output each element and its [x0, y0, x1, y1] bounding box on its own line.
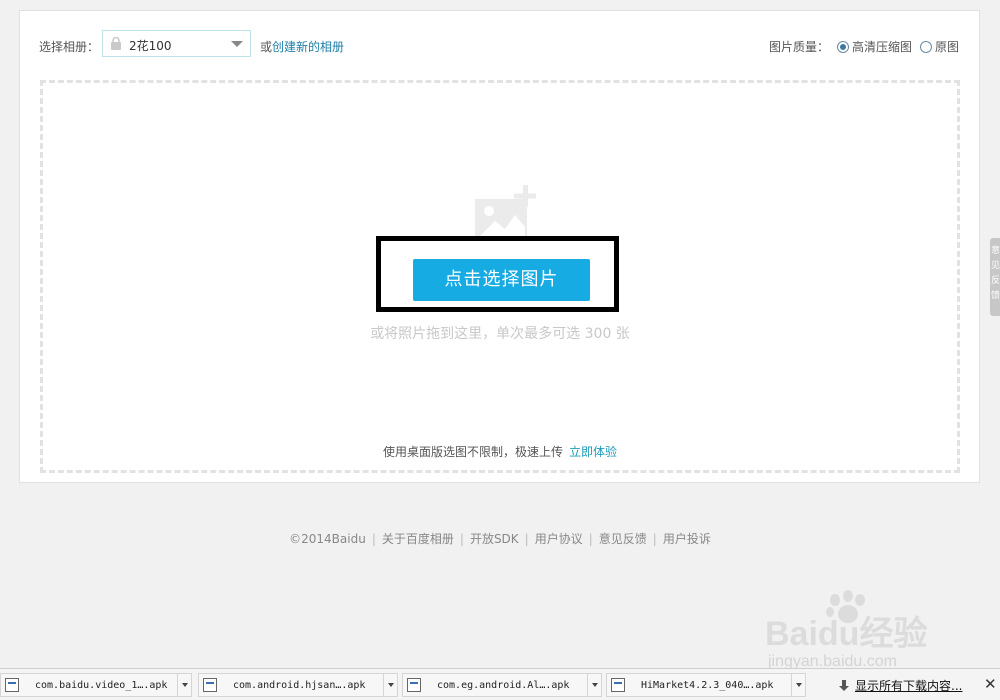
footer: ©2014Baidu | 关于百度相册 | 开放SDK | 用户协议 | 意见反馈 | 用户投诉 [0, 530, 1000, 547]
try-now-link[interactable]: 立即体验 [569, 445, 617, 459]
download-item-name: com.eg.android.Al….apk [437, 679, 570, 691]
album-label: 选择相册： [39, 40, 100, 54]
quality-label: 图片质量： [768, 40, 829, 54]
chevron-down-icon[interactable] [791, 674, 805, 696]
download-item[interactable]: HiMarket4.2.3_040….apk [606, 673, 806, 697]
file-icon [5, 678, 19, 692]
download-item-name: com.baidu.video_1….apk [35, 679, 168, 691]
footer-separator: | [588, 532, 593, 546]
chevron-down-icon[interactable] [177, 674, 191, 696]
quality-option-compressed[interactable]: 高清压缩图 [836, 38, 912, 55]
footer-link-agreement[interactable]: 用户协议 [535, 532, 583, 546]
watermark-brand: Baidu经验 [765, 614, 927, 653]
drag-hint: 或将照片拖到这里，单次最多可选 300 张 [370, 326, 630, 342]
download-item-name: com.android.hjsan….apk [233, 679, 366, 691]
desktop-hint: 使用桌面版选图不限制，极速上传 立即体验 [43, 443, 957, 460]
album-select[interactable]: 2花100 [102, 30, 251, 57]
download-item[interactable]: com.baidu.video_1….apk [0, 673, 192, 697]
footer-link-sdk[interactable]: 开放SDK [470, 532, 519, 546]
footer-separator: | [524, 532, 529, 546]
desktop-hint-text: 使用桌面版选图不限制，极速上传 [382, 445, 563, 459]
file-icon [611, 678, 625, 692]
download-item-name: HiMarket4.2.3_040….apk [641, 679, 774, 691]
lock-icon [111, 37, 121, 50]
quality-option-original-label: 原图 [934, 40, 959, 54]
create-album-text: 或创建新的相册 [260, 38, 344, 55]
upload-card: 选择相册： 2花100 或创建新的相册 图片质量： 高清压缩图 原图 点击选择图… [19, 10, 980, 483]
download-item[interactable]: com.android.hjsan….apk [198, 673, 398, 697]
chevron-down-icon [231, 41, 243, 47]
download-arrow-icon [839, 679, 849, 691]
radio-unchecked-icon[interactable] [919, 40, 932, 53]
file-icon [203, 678, 217, 692]
feedback-side-tab[interactable]: 意见反馈 [990, 238, 1000, 316]
baidu-jingyan-watermark: Baidu经验 jingyan.baidu.com [765, 590, 927, 670]
footer-link-about[interactable]: 关于百度相册 [382, 532, 454, 546]
show-all-downloads[interactable]: 显示所有下载内容... [838, 677, 962, 694]
download-item[interactable]: com.eg.android.Al….apk [402, 673, 602, 697]
footer-separator: | [652, 532, 657, 546]
quality-options: 图片质量： 高清压缩图 原图 [769, 38, 959, 55]
create-album-link[interactable]: 创建新的相册 [272, 40, 344, 54]
radio-checked-icon[interactable] [836, 40, 849, 53]
footer-separator: | [371, 532, 376, 546]
download-bar: com.baidu.video_1….apk com.android.hjsan… [0, 668, 1000, 700]
quality-option-original[interactable]: 原图 [919, 38, 959, 55]
quality-option-compressed-label: 高清压缩图 [851, 40, 912, 54]
add-image-icon [475, 185, 536, 241]
chevron-down-icon[interactable] [587, 674, 601, 696]
close-icon[interactable]: ✕ [984, 675, 997, 693]
chevron-down-icon[interactable] [383, 674, 397, 696]
choose-photos-button[interactable]: 点击选择图片 [413, 259, 590, 301]
create-album-prefix: 或 [260, 40, 273, 54]
album-select-value: 2花100 [129, 39, 172, 53]
footer-separator: | [459, 532, 464, 546]
footer-link-complaint[interactable]: 用户投诉 [663, 532, 711, 546]
file-icon [407, 678, 421, 692]
feedback-side-tab-label: 意见反馈 [991, 246, 1000, 301]
footer-copyright: ©2014Baidu [289, 532, 366, 546]
footer-link-feedback[interactable]: 意见反馈 [599, 532, 647, 546]
show-all-downloads-label: 显示所有下载内容... [855, 679, 963, 693]
photo-dropzone[interactable]: 点击选择图片 或将照片拖到这里，单次最多可选 300 张 使用桌面版选图不限制，… [40, 80, 960, 473]
